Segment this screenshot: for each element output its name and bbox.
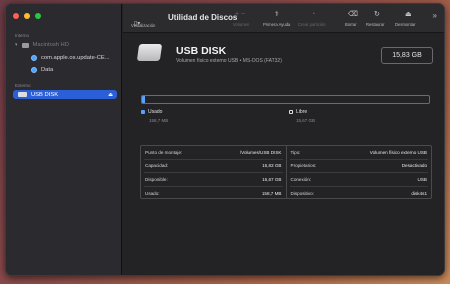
erase-button[interactable]: ⌫ [348,10,358,19]
volume-button[interactable]: + − [235,10,245,19]
info-value: /Volumes/USB DISK [239,149,282,155]
pie-icon: ◔ [311,11,316,18]
sidebar-item-data[interactable]: Data [31,67,53,73]
unmount-label: Desmontar [395,22,416,27]
volume-icon [31,55,37,61]
info-value: Volumen físico externo USB [369,149,427,155]
info-row: Dispositivo: disk4s1 [290,187,429,201]
disk-utility-window: Interno ▾ Macintosh HD com.apple.os.upda… [5,3,445,276]
sidebar-item-usb-disk[interactable]: USB DISK ⏏ [13,90,117,99]
info-column-left: Punto de montaje: /Volumes/USB DISK Capaci… [141,146,286,198]
eraser-icon: ⌫ [348,11,358,18]
info-key: Punto de montaje: [145,149,183,155]
info-row: Conexión: USB [289,173,428,187]
chevron-down-icon[interactable]: ▾ [15,42,18,48]
restore-icon: ↻ [374,11,380,18]
first-aid-button[interactable]: ⚕ [275,10,279,19]
info-key: Propietarios: [290,163,317,169]
info-value: 158,7 MB [261,190,282,196]
used-swatch-icon [141,110,145,114]
info-table: Punto de montaje: /Volumes/USB DISK Capaci… [140,145,432,199]
sidebar-item-label: Macintosh HD [32,42,69,48]
eject-icon[interactable]: ⏏ [108,92,113,98]
minimize-button[interactable] [24,13,30,19]
info-column-right: Tipo: Volumen físico externo USB Propietar… [285,146,432,201]
main-panel: USB DISK Volumen físico externo USB • MS… [123,33,444,275]
info-row: Propietarios: Desactivado [289,160,428,173]
legend-used: Usado [141,109,162,115]
info-row: Disponible: 15,67 GB [144,173,283,187]
usb-drive-icon [18,92,27,97]
free-label: Libre [296,109,308,115]
volume-icon [31,67,37,73]
disk-name: USB DISK [176,45,227,57]
unmount-icon: ⏏ [405,11,412,18]
info-value: disk4s1 [411,190,427,196]
sidebar-item-label: com.apple.os.update-CE... [41,55,110,61]
partition-label: Crear partición [298,22,326,27]
section-external: Externo [15,83,31,88]
usage-bar [141,95,430,104]
section-internal: Interno [15,33,30,38]
first-aid-label: Primera Ayuda [263,22,291,27]
close-button[interactable] [13,13,19,19]
info-value: 15,83 GB [262,163,282,169]
erase-label: Borrar [345,22,357,27]
info-key: Capacidad: [145,163,169,169]
sidebar-item-os-update[interactable]: com.apple.os.update-CE... [31,55,110,61]
zoom-button[interactable] [35,13,41,19]
toolbar: ▯▾ Visualización Utilidad de Discos + − … [123,4,444,33]
info-value: 15,67 GB [262,176,282,182]
view-label: Visualización [131,23,156,28]
volume-label: Volumen [233,22,250,27]
sidebar-item-macintosh-hd[interactable]: ▾ Macintosh HD [15,42,69,48]
info-row: Tipo: Volumen físico externo USB [289,146,428,160]
free-swatch-icon [289,110,293,114]
usage-bar-used-fill [142,96,145,103]
window-controls [13,13,41,19]
internal-disk-icon [21,42,29,48]
legend-free: Libre [289,109,307,115]
info-row: Usado: 158,7 MB [144,187,283,201]
sidebar-item-label: USB DISK [31,91,59,98]
used-label: Usado [148,109,163,115]
info-key: Usado: [145,190,160,196]
restore-button[interactable]: ↻ [374,10,380,19]
stethoscope-icon: ⚕ [275,11,279,18]
info-key: Tipo: [290,149,301,155]
unmount-button[interactable]: ⏏ [405,10,412,19]
used-value: 158,7 MB [149,118,169,123]
info-key: Conexión: [290,176,312,182]
disk-description: Volumen físico externo USB • MS-DOS (FAT… [176,58,282,64]
free-value: 15,67 GB [296,118,316,123]
info-value: USB [417,176,427,182]
info-row: Punto de montaje: /Volumes/USB DISK [144,146,283,160]
external-disk-icon [136,44,163,61]
info-value: Desactivado [401,163,427,169]
info-row: Capacidad: 15,83 GB [144,160,283,173]
plus-minus-icon: + − [235,11,246,18]
info-key: Dispositivo: [290,190,315,196]
sidebar: Interno ▾ Macintosh HD com.apple.os.upda… [6,4,122,275]
disk-size-badge: 15,83 GB [381,47,433,64]
info-key: Disponible: [145,176,168,182]
toolbar-overflow-icon[interactable]: » [433,11,437,20]
partition-button[interactable]: ◔ [311,10,315,19]
window-title: Utilidad de Discos [168,13,238,22]
sidebar-item-label: Data [41,67,54,73]
restore-label: Restaurar [366,22,385,27]
